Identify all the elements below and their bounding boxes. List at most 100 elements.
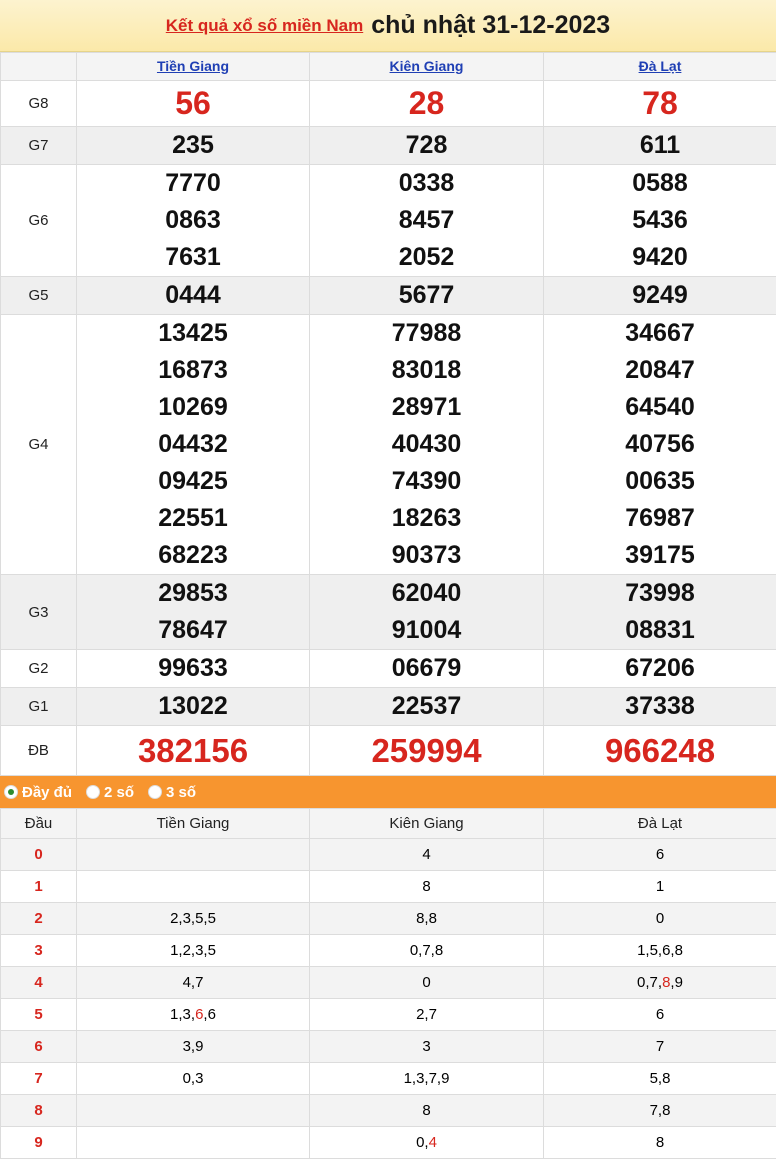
prize-number: 235	[77, 127, 309, 164]
prize-number: 78647	[77, 612, 309, 649]
dau-cell: 3	[310, 1031, 544, 1063]
prize-cell: 06679	[310, 650, 544, 688]
option-three-digits[interactable]: 3 số	[148, 784, 196, 801]
dau-value: 0	[422, 974, 430, 991]
dau-value: 8	[422, 1102, 430, 1119]
prize-number: 77988	[310, 315, 543, 352]
province-link[interactable]: Kiên Giang	[390, 58, 464, 74]
dau-cell	[77, 839, 310, 871]
dau-cell: 1,2,3,5	[77, 935, 310, 967]
dau-cell	[77, 871, 310, 903]
prize-number: 966248	[544, 726, 776, 775]
prize-number: 5677	[310, 277, 543, 314]
radio-three-digits[interactable]	[148, 785, 162, 799]
dau-row: 046	[1, 839, 776, 871]
prize-cell: 9249	[544, 277, 776, 315]
province-link[interactable]: Đà Lạt	[639, 58, 682, 74]
prize-row: G3298537864762040910047399808831	[1, 575, 776, 650]
dau-digit: 8	[1, 1095, 77, 1127]
dau-cell: 0,7,8	[310, 935, 544, 967]
dau-cell	[77, 1127, 310, 1159]
dau-cell: 0,4	[310, 1127, 544, 1159]
dau-cell: 2,3,5,5	[77, 903, 310, 935]
dau-value: 5,8	[650, 1070, 671, 1087]
prize-number: 83018	[310, 352, 543, 389]
prize-number: 78	[544, 81, 776, 126]
dau-value: 4	[422, 846, 430, 863]
prize-cell: 966248	[544, 726, 776, 776]
dau-value: 2,7	[416, 1006, 437, 1023]
prize-number: 20847	[544, 352, 776, 389]
prize-number: 382156	[77, 726, 309, 775]
display-options: Đầy đủ 2 số 3 số	[0, 776, 776, 808]
dau-cell: 7	[544, 1031, 776, 1063]
dau-digit: 7	[1, 1063, 77, 1095]
dau-digit: 2	[1, 903, 77, 935]
radio-full[interactable]	[4, 785, 18, 799]
dau-digit: 1	[1, 871, 77, 903]
prize-label: G3	[1, 575, 77, 650]
prize-number: 76987	[544, 500, 776, 537]
prize-number: 00635	[544, 463, 776, 500]
prize-label: G8	[1, 81, 77, 127]
prize-number: 22551	[77, 500, 309, 537]
dau-value: 1,3,	[170, 1006, 195, 1023]
dau-digit: 6	[1, 1031, 77, 1063]
dau-row: 6 3,9 3 7	[1, 1031, 776, 1063]
prize-label: ĐB	[1, 726, 77, 776]
prize-number: 0588	[544, 165, 776, 202]
dau-value: ,9	[670, 974, 683, 991]
prize-number: 16873	[77, 352, 309, 389]
prize-cell: 235	[77, 127, 310, 165]
dau-value-highlight: 4	[429, 1134, 437, 1151]
prize-number: 28971	[310, 389, 543, 426]
prize-number: 34667	[544, 315, 776, 352]
prize-label: G4	[1, 315, 77, 575]
dau-cell: 6	[544, 999, 776, 1031]
dau-row: 70,31,3,7,95,8	[1, 1063, 776, 1095]
prize-cell: 2985378647	[77, 575, 310, 650]
dau-value: 8,8	[416, 910, 437, 927]
corner-cell	[1, 53, 77, 81]
province-link[interactable]: Tiền Giang	[157, 58, 229, 74]
dau-digit: 0	[1, 839, 77, 871]
dau-cell: 8	[310, 1095, 544, 1127]
dau-province-header: Kiên Giang	[310, 809, 544, 839]
dau-cell: 1,3,7,9	[310, 1063, 544, 1095]
dau-value: 7	[656, 1038, 664, 1055]
dau-digit: 4	[1, 967, 77, 999]
province-header-row: Tiền Giang Kiên Giang Đà Lạt	[1, 53, 776, 81]
option-two-digits[interactable]: 2 số	[86, 784, 134, 801]
dau-cell: 4	[310, 839, 544, 871]
prize-label: G7	[1, 127, 77, 165]
prize-number: 9249	[544, 277, 776, 314]
prize-number: 40756	[544, 426, 776, 463]
prize-row: G6777008637631033884572052058854369420	[1, 165, 776, 277]
dau-cell	[77, 1095, 310, 1127]
prize-cell: 5677	[310, 277, 544, 315]
prize-number: 74390	[310, 463, 543, 500]
dau-value: 3,9	[183, 1038, 204, 1055]
prize-cell: 777008637631	[77, 165, 310, 277]
dau-value: 2,3,5,5	[170, 910, 216, 927]
prize-row: G7235728611	[1, 127, 776, 165]
option-full[interactable]: Đầy đủ	[4, 784, 72, 801]
dau-value: 1	[656, 878, 664, 895]
prize-cell: 728	[310, 127, 544, 165]
prize-row: G413425168731026904432094252255168223779…	[1, 315, 776, 575]
prize-row: G2996330667967206	[1, 650, 776, 688]
prize-number: 04432	[77, 426, 309, 463]
province-header: Tiền Giang	[77, 53, 310, 81]
prize-cell: 28	[310, 81, 544, 127]
province-header: Kiên Giang	[310, 53, 544, 81]
prize-cell: 13425168731026904432094252255168223	[77, 315, 310, 575]
radio-two-digits[interactable]	[86, 785, 100, 799]
dau-row: 181	[1, 871, 776, 903]
prize-number: 56	[77, 81, 309, 126]
prize-number: 7770	[77, 165, 309, 202]
results-link[interactable]: Kết quả xổ số miền Nam	[166, 16, 363, 36]
dau-value: 0,7,	[637, 974, 662, 991]
prize-number: 39175	[544, 537, 776, 574]
prize-cell: 56	[77, 81, 310, 127]
dau-cell: 5,8	[544, 1063, 776, 1095]
